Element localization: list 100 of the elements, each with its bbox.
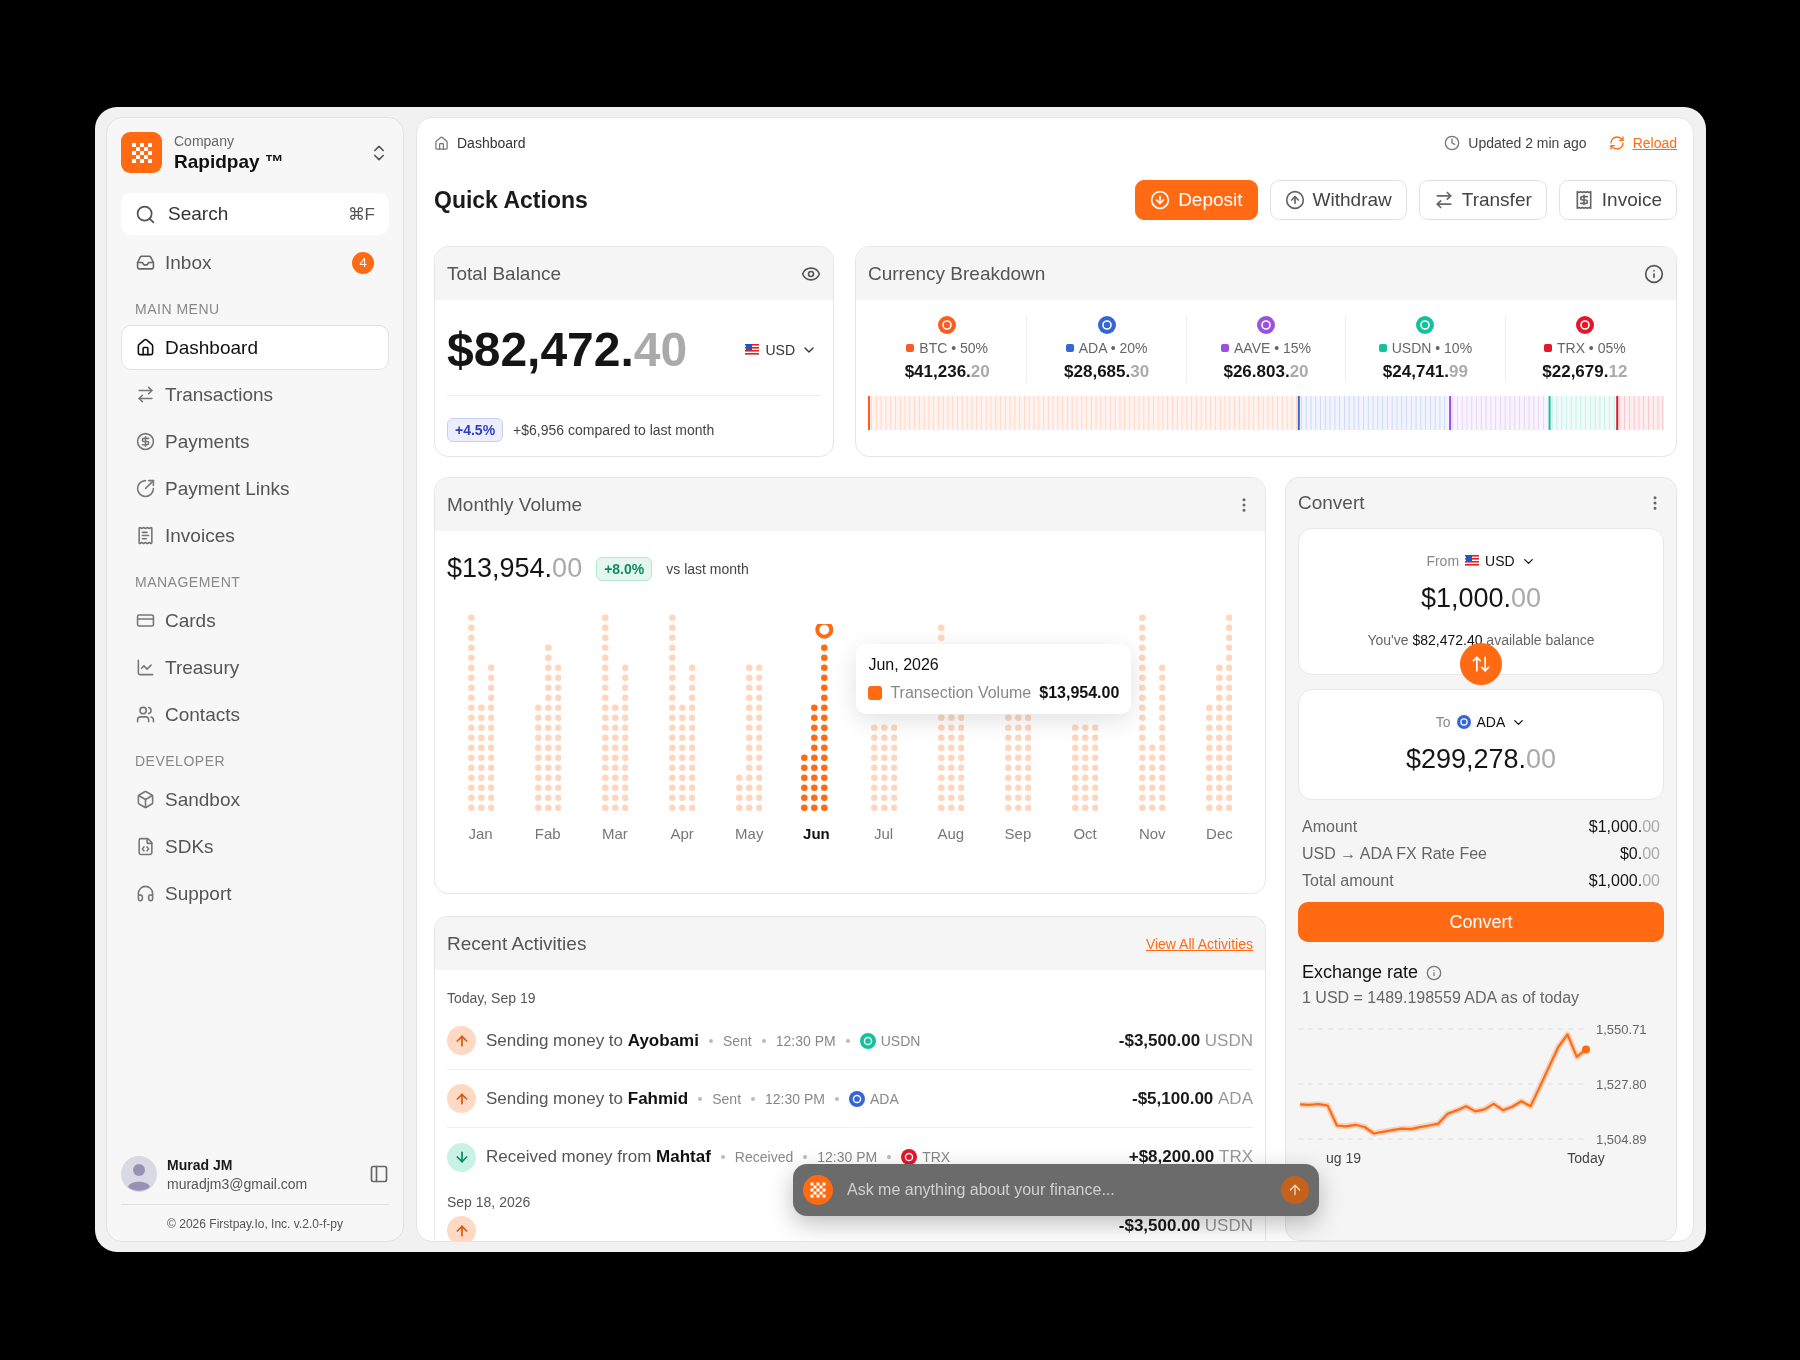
currency-share: TRX • 05% (1556, 340, 1626, 356)
nav-icon (136, 837, 155, 856)
change-badge: +8.0% (596, 556, 653, 581)
card-title: Currency Breakdown (868, 262, 1046, 285)
nav-item[interactable]: Support (121, 871, 389, 916)
action-button[interactable]: Transfer (1418, 180, 1547, 220)
breadcrumb: Dashboard (457, 135, 527, 151)
nav-item[interactable]: Payments (121, 419, 389, 464)
summary-label: Total amount (1302, 872, 1394, 890)
sidebar-toggle-icon[interactable] (369, 1164, 389, 1184)
activity-status: Received (734, 1149, 794, 1165)
page-title: Quick Actions (434, 186, 589, 214)
nav-icon (136, 705, 155, 724)
coin-icon (938, 316, 957, 334)
search-field[interactable]: Search ⌘F (121, 193, 389, 235)
currency-share: ADA • 20% (1078, 340, 1148, 356)
currency-select[interactable]: USD (745, 341, 821, 358)
summary-label: Amount (1302, 818, 1358, 836)
from-currency-select[interactable]: From USD (1426, 553, 1536, 569)
activity-status: Sent (722, 1032, 752, 1049)
activity-amount: -$5,100.00 ADA (1132, 1088, 1253, 1109)
updated-text: Updated 2 min ago (1468, 135, 1587, 151)
activity-currency: USDN (880, 1032, 921, 1049)
nav-item[interactable]: Cards (121, 598, 389, 643)
month-label: May (735, 825, 764, 842)
flag-icon (1465, 554, 1480, 568)
coin-icon (1416, 316, 1435, 334)
activity-time: 12:30 PM (817, 1149, 878, 1165)
card-title: Recent Activities (447, 932, 587, 955)
month-label: Mar (602, 825, 628, 842)
nav-item[interactable]: Payment Links (121, 466, 389, 511)
balance-amount: $82,472.40 (447, 322, 688, 377)
from-amount: $1,000.00 (1420, 583, 1542, 614)
nav-icon (136, 479, 155, 498)
coin-icon (1257, 316, 1275, 334)
flag-icon (745, 342, 760, 357)
nav-item[interactable]: Transactions (121, 372, 389, 417)
nav-icon (136, 526, 155, 545)
info-icon[interactable] (1426, 964, 1443, 981)
sent-icon (447, 1216, 476, 1241)
activity-status: Sent (712, 1090, 742, 1107)
assistant-field[interactable]: Ask me anything about your finance... (793, 1164, 1319, 1216)
search-input[interactable]: Search (166, 202, 338, 226)
user-email: muradjm3@gmail.com (167, 1175, 309, 1192)
avatar (121, 1156, 157, 1192)
month-label: Jun (803, 825, 830, 842)
activity-text: Sending money to Ayobami (486, 1030, 699, 1051)
inbox-item[interactable]: Inbox 4 (121, 240, 389, 285)
company-label: Company (174, 132, 235, 149)
action-button[interactable]: Invoice (1558, 180, 1677, 220)
section-title: DEVELOPER (134, 752, 227, 771)
volume-amount: $13,954.00 (447, 553, 583, 584)
user-name: Murad JM (167, 1156, 234, 1173)
currency-amount: $41,236.20 (904, 362, 990, 382)
action-icon (1284, 190, 1305, 210)
nav-item[interactable]: SDKs (121, 824, 389, 869)
date-heading: Today, Sep 19 (447, 989, 536, 1008)
summary-value: $0.00 (1619, 845, 1660, 863)
activity-text: Received money from Mahtaf (486, 1147, 711, 1167)
nav-item[interactable]: Sandbox (121, 777, 389, 822)
month-label: Fab (534, 825, 561, 842)
activity-time: 12:30 PM (765, 1090, 825, 1107)
copyright-text: © 2026 Firstpay.Io, Inc. v.2.0-f-py (166, 1216, 344, 1231)
sent-icon (447, 1026, 476, 1055)
nav-item[interactable]: Contacts (121, 692, 389, 737)
month-label: Apr (670, 825, 694, 842)
nav-item[interactable]: Treasury (121, 645, 389, 690)
summary-value: $1,000.00 (1588, 818, 1660, 836)
home-icon (434, 135, 449, 151)
comparison-text: vs last month (666, 560, 749, 577)
currency-share: AAVE • 15% (1234, 340, 1311, 356)
send-button[interactable] (1281, 1176, 1309, 1204)
axis-label: 1,550.71 (1596, 1022, 1647, 1037)
card-title: Monthly Volume (447, 493, 583, 516)
action-button[interactable]: Withdraw (1269, 180, 1407, 220)
received-icon (447, 1142, 476, 1172)
nav-item[interactable]: Invoices (121, 513, 389, 558)
available-balance-text: You've $82,472.40 available balance (1367, 632, 1595, 648)
rate-text: 1 USD = 1489.198559 ADA as of today (1301, 989, 1581, 1007)
send-icon (1287, 1182, 1303, 1198)
month-label: Dec (1206, 825, 1233, 842)
currency-share: USDN • 10% (1391, 340, 1473, 356)
activity-text: Sending money to Fahmid (486, 1088, 689, 1109)
change-badge: +4.5% (447, 418, 504, 442)
currency-amount: $26.803.20 (1223, 362, 1309, 382)
action-icon (1150, 190, 1171, 210)
nav-item[interactable]: Dashboard (121, 325, 389, 370)
activity-amount: +$8,200.00 TRX (1128, 1147, 1253, 1167)
tooltip-value: $13,954.00 (1039, 684, 1120, 702)
month-label: Jan (468, 825, 493, 842)
info-icon[interactable] (1644, 263, 1664, 284)
to-currency-select[interactable]: To ADA (1435, 714, 1527, 730)
currency-amount: $24,741.99 (1382, 362, 1468, 382)
nav-icon (136, 790, 155, 809)
company-logo (121, 132, 162, 173)
month-label: Sep (1004, 825, 1032, 842)
assistant-logo (803, 1175, 833, 1205)
card-title: Convert (1298, 492, 1365, 514)
nav-icon (136, 658, 155, 677)
assistant-input[interactable]: Ask me anything about your finance... (845, 1180, 1269, 1200)
